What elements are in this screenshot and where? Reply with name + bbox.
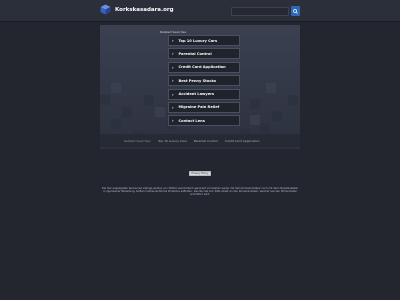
- chevron-right-icon: ›: [172, 64, 174, 70]
- chevron-right-icon: ›: [172, 38, 174, 43]
- top-bar: Korkskasadara.org: [0, 0, 400, 22]
- cube-logo-icon: [100, 4, 111, 15]
- related-link[interactable]: › Parental Control: [168, 48, 240, 60]
- chevron-right-icon: ›: [172, 51, 174, 57]
- related-searches-bar: Related Searches: Top 10 Luxury Cars Par…: [100, 134, 300, 147]
- related-link[interactable]: › Accident Lawyers: [168, 88, 240, 100]
- related-link[interactable]: › Credit Card Application: [168, 61, 240, 73]
- disclaimer-text: Die hier angezeigten Sponsored Listings …: [101, 187, 299, 197]
- site-logo[interactable]: Korkskasadara.org: [100, 4, 174, 15]
- search-button[interactable]: [291, 6, 300, 16]
- chevron-right-icon: ›: [172, 118, 174, 124]
- bar-link[interactable]: Top 10 Luxury Cars: [158, 139, 187, 143]
- bar-link[interactable]: Parental Control: [194, 139, 218, 143]
- related-link[interactable]: › Top 10 Luxury Cars: [168, 35, 240, 46]
- search-input[interactable]: [231, 7, 289, 16]
- search-icon: [293, 8, 298, 14]
- chevron-right-icon: ›: [172, 91, 174, 97]
- bar-link[interactable]: Credit Card Application: [225, 139, 260, 143]
- related-link[interactable]: › Best Penny Stocks: [168, 75, 240, 87]
- related-link[interactable]: › Migraine Pain Relief: [168, 101, 240, 113]
- chevron-right-icon: ›: [172, 78, 174, 84]
- related-searches-title: Related Searches: [160, 30, 187, 34]
- privacy-policy-button[interactable]: Privacy Policy: [189, 171, 211, 176]
- related-links-list: › Top 10 Luxury Cars › Parental Control › C…: [168, 35, 240, 129]
- related-link[interactable]: › Contact Lens: [168, 115, 240, 127]
- chevron-right-icon: ›: [172, 104, 174, 110]
- site-name: Korkskasadara.org: [115, 6, 174, 13]
- related-searches-label: Related Searches:: [124, 138, 152, 143]
